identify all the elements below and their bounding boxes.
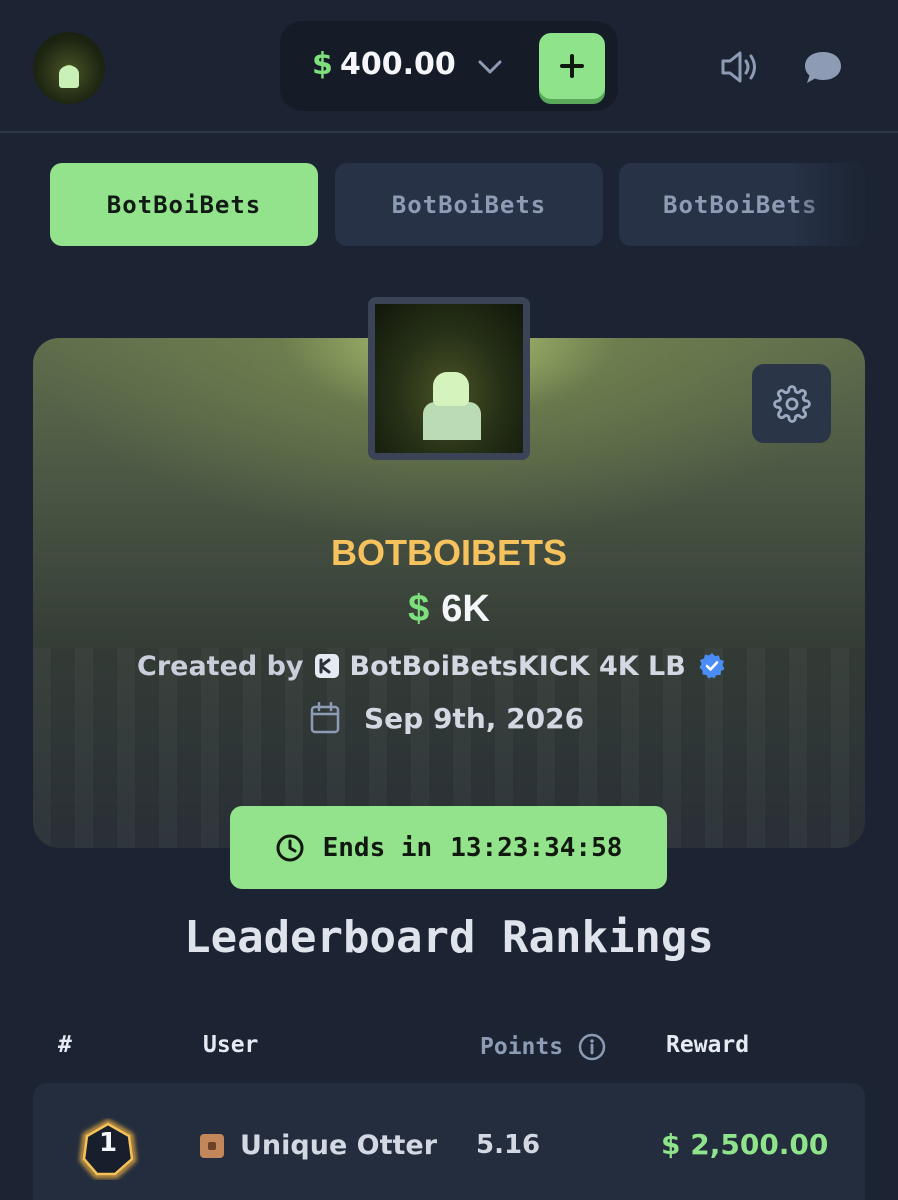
leaderboard-date: Sep 9th, 2026	[364, 701, 585, 735]
chevron-down-icon[interactable]	[476, 53, 504, 81]
balance-selector[interactable]: $ 400.00	[280, 21, 618, 111]
countdown-banner: Ends in 13:23:34:58	[230, 806, 667, 889]
user-avatar[interactable]	[33, 32, 105, 104]
info-icon[interactable]	[577, 1032, 607, 1062]
balance-amount: 400.00	[340, 47, 456, 82]
date-row: Sep 9th, 2026	[310, 698, 584, 738]
prize-pool: $6K	[0, 588, 898, 631]
column-rank: #	[58, 1032, 72, 1058]
creator-name[interactable]: BotBoiBetsKICK 4K LB	[350, 651, 686, 682]
creator-row: Created by BotBoiBetsKICK 4K LB	[137, 646, 726, 686]
avatar-figure	[59, 66, 79, 88]
column-user: User	[203, 1032, 259, 1058]
speaker-icon[interactable]	[718, 47, 760, 87]
plus-icon	[560, 54, 584, 78]
countdown-timer: 13:23:34:58	[450, 832, 623, 863]
rank-number: 1	[98, 1128, 118, 1158]
tab-botboibets-1[interactable]: BotBoiBets	[50, 163, 318, 246]
settings-button[interactable]	[752, 364, 831, 443]
prize-currency: $	[408, 588, 430, 630]
calendar-icon	[310, 702, 340, 734]
chat-icon[interactable]	[803, 49, 843, 87]
clock-icon	[276, 834, 304, 861]
ends-in-label: Ends in	[322, 832, 433, 863]
user-name[interactable]: Unique Otter	[240, 1130, 437, 1161]
tab-botboibets-3[interactable]: BotBoiBets	[619, 163, 865, 246]
leaderboard-image	[368, 297, 530, 460]
image-figure-head	[433, 372, 469, 406]
user-cell: Unique Otter	[200, 1130, 437, 1161]
created-by-label: Created by	[137, 650, 304, 682]
column-points-label: Points	[480, 1034, 564, 1060]
gear-icon	[772, 384, 811, 423]
prize-amount: 6K	[441, 588, 490, 630]
image-figure-body	[423, 402, 481, 440]
leaderboard-title: BOTBOIBETS	[330, 532, 567, 573]
verified-badge-icon	[699, 653, 725, 679]
user-points: 5.16	[476, 1130, 541, 1160]
tab-botboibets-2[interactable]: BotBoiBets	[335, 163, 603, 246]
rankings-heading: Leaderboard Rankings	[184, 912, 714, 963]
user-reward: $ 2,500.00	[661, 1128, 829, 1161]
column-points: Points	[480, 1032, 607, 1062]
user-avatar-icon	[200, 1133, 224, 1158]
column-reward: Reward	[666, 1032, 750, 1058]
kick-icon	[314, 654, 339, 678]
top-bar: $ 400.00	[0, 0, 898, 133]
currency-symbol: $	[312, 47, 333, 82]
deposit-button[interactable]	[539, 33, 605, 99]
